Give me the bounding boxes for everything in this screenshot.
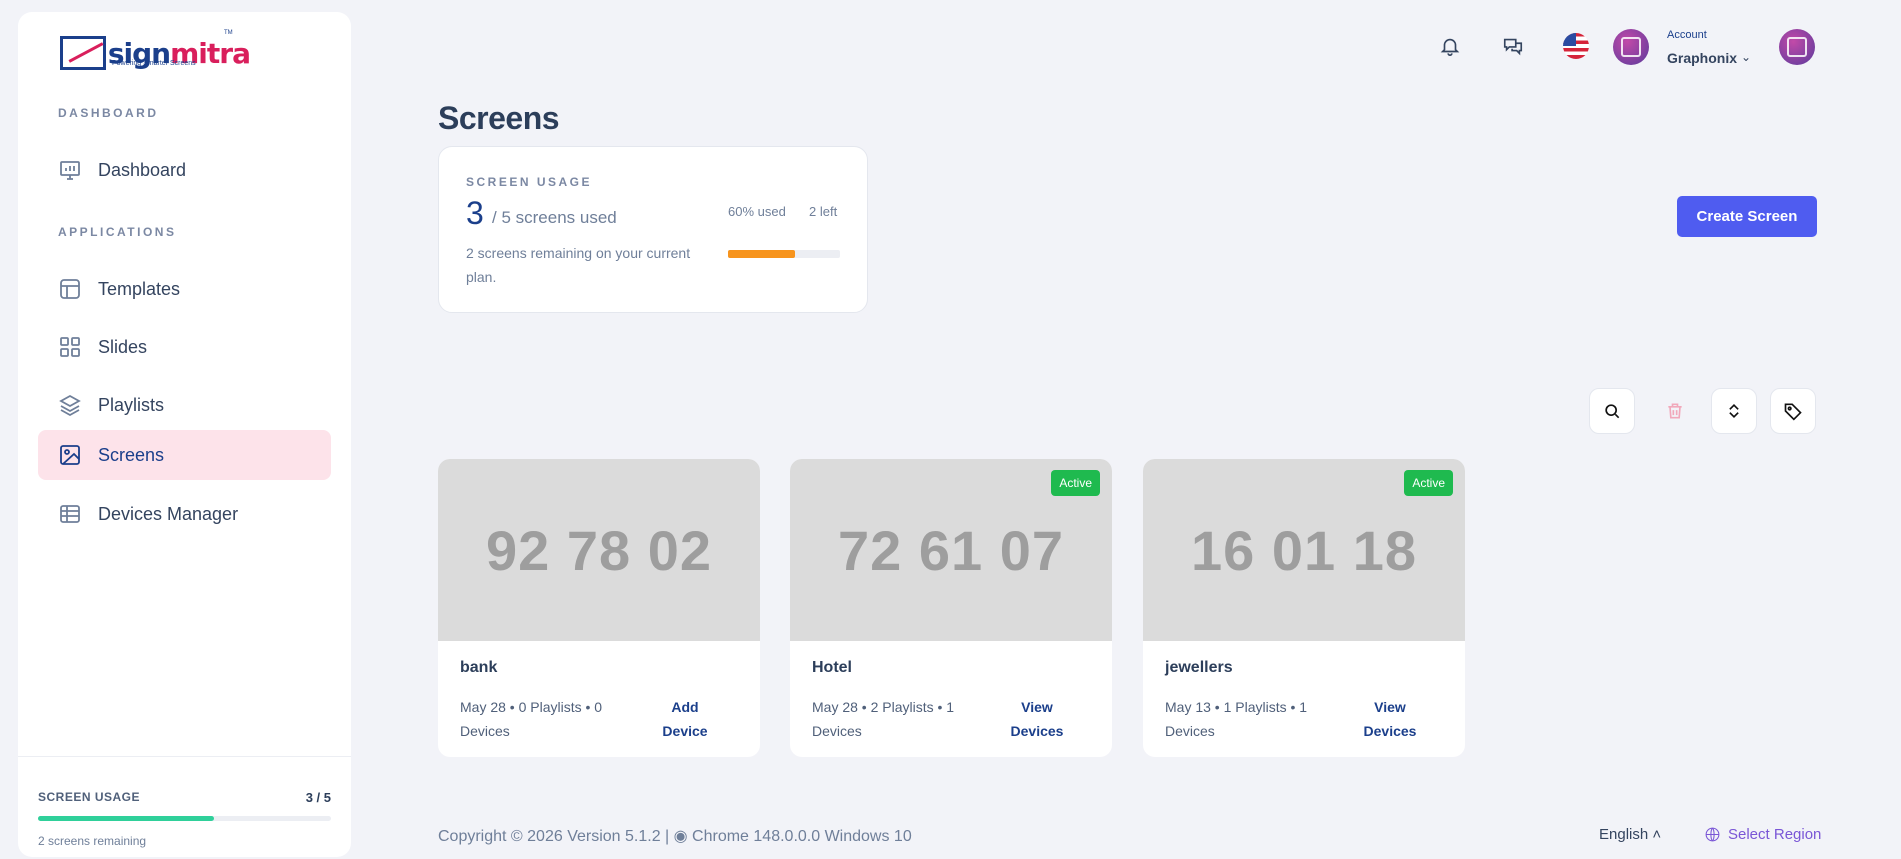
sidebar-usage-title: SCREEN USAGE [38,790,141,804]
add-device-link[interactable]: Add Device [650,695,720,743]
usage-total-text: / 5 screens used [492,208,617,227]
section-label-dashboard: DASHBOARD [58,106,159,120]
sidebar-screen-usage: SCREEN USAGE 3 / 5 2 screens remaining [18,756,351,857]
logo-trademark: TM [224,30,233,36]
screen-thumbnail: 92 78 02 [438,459,760,641]
screen-card-hotel[interactable]: 72 61 07 Active Hotel May 28 • 2 Playlis… [790,459,1112,757]
tag-icon [1784,403,1802,421]
sidebar-item-label: Templates [98,278,181,299]
usage-description: 2 screens remaining on your current plan… [466,245,691,285]
globe-icon [1705,827,1720,842]
usage-left: 2 left [809,204,838,219]
screen-thumbnail: 16 01 18 Active [1143,459,1465,641]
layout-icon [58,277,82,301]
view-devices-link[interactable]: View Devices [1002,695,1072,743]
screen-name: jewellers [1165,659,1233,676]
usage-card-title: SCREEN USAGE [466,175,593,189]
sidebar-item-dashboard[interactable]: Dashboard [38,145,331,195]
sidebar-usage-count: 3 / 5 [305,790,331,805]
chat-icon [1503,38,1523,56]
search-button[interactable] [1589,388,1635,434]
screen-meta: May 28 • 0 Playlists • 0 Devices [460,699,603,739]
screen-meta: May 13 • 1 Playlists • 1 Devices [1165,699,1308,739]
usage-progress-bar [728,250,840,258]
screen-name: bank [460,659,498,676]
sidebar-item-label: Playlists [98,394,165,415]
messages-button[interactable] [1495,28,1531,64]
sidebar-item-label: Dashboard [98,159,187,180]
grid-icon [58,335,82,359]
region-selector-label: Select Region [1728,826,1822,843]
image-icon [58,443,82,467]
page-title: Screens [438,100,560,136]
sidebar-usage-bar [38,816,331,821]
logo-tagline: Powering Smarter Screens [112,60,196,67]
sort-button[interactable] [1711,388,1757,434]
usage-percent: 60% used [728,204,786,219]
section-label-applications: APPLICATIONS [58,225,177,239]
delete-button[interactable] [1652,388,1698,434]
sidebar-usage-remaining: 2 screens remaining [38,834,147,848]
brand-logo[interactable]: signmitra [60,30,251,76]
footer-copyright: Copyright © 2026 Version 5.1.2 | ◉ Chrom… [438,828,912,845]
sidebar: signmitra TM Powering Smarter Screens DA… [18,12,351,857]
sidebar-item-label: Slides [98,336,148,357]
us-flag-icon [1563,33,1589,59]
view-devices-link[interactable]: View Devices [1355,695,1425,743]
screen-pairing-code: 92 78 02 [486,518,712,582]
notifications-button[interactable] [1432,28,1468,64]
account-switcher[interactable]: Graphonix [1667,50,1737,66]
search-icon [1605,404,1620,419]
screen-meta: May 28 • 2 Playlists • 1 Devices [812,699,955,739]
sidebar-item-slides[interactable]: Slides [38,322,331,372]
sidebar-item-screens[interactable]: Screens [38,430,331,480]
logo-mark-icon [60,36,106,70]
layers-icon [58,393,82,417]
sidebar-item-playlists[interactable]: Playlists [38,380,331,430]
create-screen-button[interactable]: Create Screen [1677,196,1817,237]
chevron-down-icon[interactable]: ⌄ [1741,50,1751,64]
user-avatar[interactable] [1779,29,1815,65]
table-icon [58,502,82,526]
account-label: Account [1667,29,1707,41]
organization-avatar[interactable] [1613,29,1649,65]
usage-progress-fill [728,250,796,258]
status-badge: Active [1051,470,1100,496]
screen-card-jewellers[interactable]: 16 01 18 Active jewellers May 13 • 1 Pla… [1143,459,1465,757]
usage-used-count: 3 [466,195,484,231]
sidebar-item-devices-manager[interactable]: Devices Manager [38,489,331,539]
screen-thumbnail: 72 61 07 Active [790,459,1112,641]
tags-button[interactable] [1770,388,1816,434]
language-selector[interactable]: English ˄ [1599,826,1661,843]
region-selector[interactable]: Select Region [1704,826,1821,843]
status-badge: Active [1404,470,1453,496]
trash-icon [1668,403,1682,419]
bell-icon [1440,38,1460,56]
screen-name: Hotel [812,659,852,676]
sidebar-item-templates[interactable]: Templates [38,264,331,314]
screen-pairing-code: 16 01 18 [1191,518,1417,582]
language-flag-button[interactable] [1558,28,1594,64]
presentation-chart-icon [58,158,82,182]
sidebar-usage-bar-fill [38,816,214,821]
sort-icon [1729,403,1739,419]
sidebar-item-label: Screens [98,444,165,465]
screen-pairing-code: 72 61 07 [838,518,1064,582]
sidebar-item-label: Devices Manager [98,503,239,524]
screen-card-bank[interactable]: 92 78 02 bank May 28 • 0 Playlists • 0 D… [438,459,760,757]
screen-usage-card: SCREEN USAGE 3 / 5 screens used 2 screen… [438,146,868,313]
